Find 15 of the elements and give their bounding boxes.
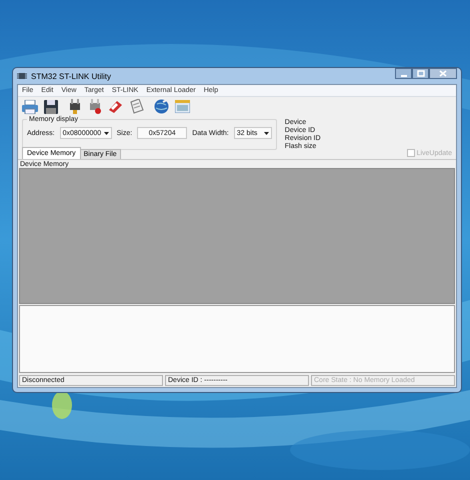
eraser-icon[interactable] (108, 100, 123, 114)
close-icon (439, 70, 447, 77)
chip-icon (17, 71, 27, 81)
close-button[interactable] (429, 68, 457, 79)
maximize-icon (416, 70, 424, 77)
minimize-button[interactable] (395, 68, 412, 79)
globe-icon[interactable] (154, 99, 169, 114)
document-icon[interactable] (129, 99, 144, 114)
maximize-button[interactable] (412, 68, 429, 79)
caret-icon (264, 132, 269, 134)
plug-icon[interactable] (88, 99, 102, 114)
plug-icon[interactable] (68, 99, 82, 114)
printer-icon[interactable] (22, 100, 38, 114)
window-title: STM32 ST-LINK Utility (31, 72, 112, 80)
caret-icon (104, 132, 109, 134)
